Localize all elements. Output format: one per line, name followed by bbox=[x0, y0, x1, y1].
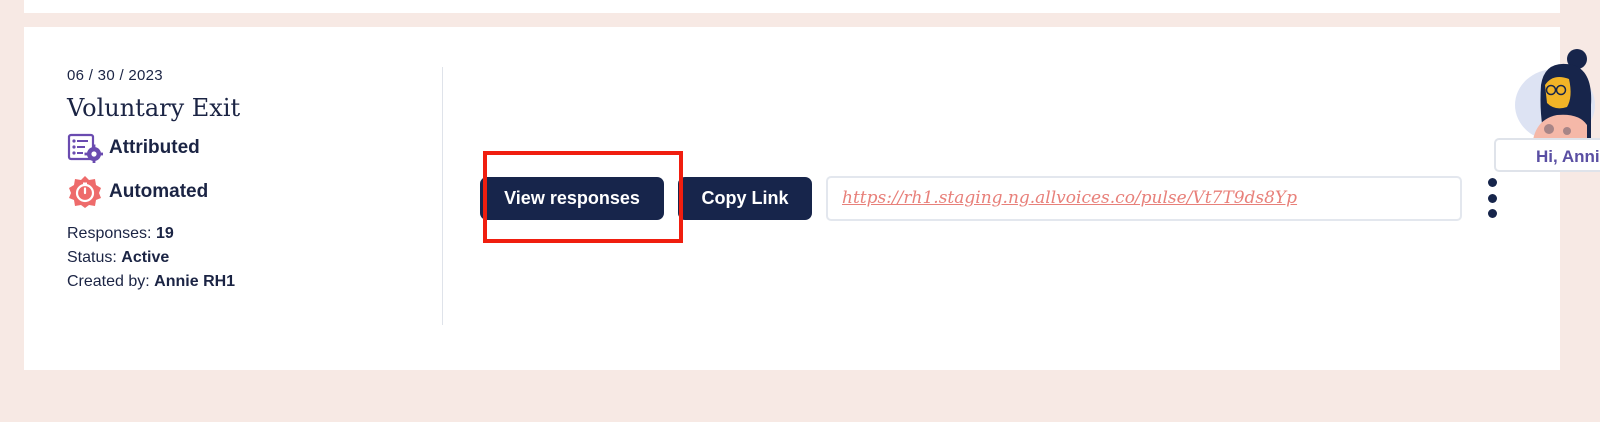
more-options-icon[interactable] bbox=[1486, 178, 1498, 218]
status-value: Active bbox=[121, 249, 170, 266]
tag-automated-label: Automated bbox=[109, 181, 209, 202]
responses-count: 19 bbox=[155, 225, 174, 242]
automated-timer-icon bbox=[67, 175, 103, 209]
survey-date: 06 / 30 / 2023 bbox=[67, 67, 163, 84]
attributed-checklist-gear-icon bbox=[67, 131, 103, 165]
vertical-divider bbox=[442, 67, 443, 325]
survey-link[interactable]: https://rh1.staging.ng.allvoices.co/puls… bbox=[842, 188, 1297, 208]
status-row: Status: Active bbox=[67, 246, 427, 270]
tag-attributed: Attributed bbox=[67, 132, 427, 164]
created-by-value: Annie RH1 bbox=[154, 273, 236, 290]
survey-details: 06 / 30 / 2023 Voluntary Exit Attributed… bbox=[67, 67, 427, 294]
kebab-dot bbox=[1487, 178, 1497, 187]
responses-label: Responses: bbox=[67, 225, 152, 242]
kebab-dot bbox=[1487, 193, 1497, 203]
copy-link-button[interactable]: Copy Link bbox=[678, 176, 812, 220]
user-avatar-illustration[interactable] bbox=[1515, 45, 1600, 140]
user-greeting[interactable]: Hi, Annie bbox=[1494, 138, 1600, 172]
survey-card: 06 / 30 / 2023 Voluntary Exit Attributed… bbox=[24, 27, 1560, 370]
created-row: Created by: Annie RH1 bbox=[67, 270, 427, 294]
created-label: Created by: bbox=[67, 273, 150, 290]
survey-title: Voluntary Exit bbox=[67, 94, 241, 122]
view-responses-button[interactable]: View responses bbox=[480, 176, 664, 220]
status-label: Status: bbox=[67, 249, 117, 266]
previous-card bbox=[24, 0, 1560, 13]
tag-attributed-label: Attributed bbox=[109, 137, 200, 158]
tag-automated: Automated bbox=[67, 176, 427, 208]
survey-link-field[interactable]: https://rh1.staging.ng.allvoices.co/puls… bbox=[826, 175, 1462, 221]
responses-row: Responses: 19 bbox=[67, 222, 427, 246]
kebab-dot bbox=[1487, 209, 1497, 218]
survey-meta: Responses: 19 Status: Active Created by:… bbox=[67, 222, 427, 294]
survey-actions: View responses Copy Link https://rh1.sta… bbox=[480, 175, 1498, 221]
